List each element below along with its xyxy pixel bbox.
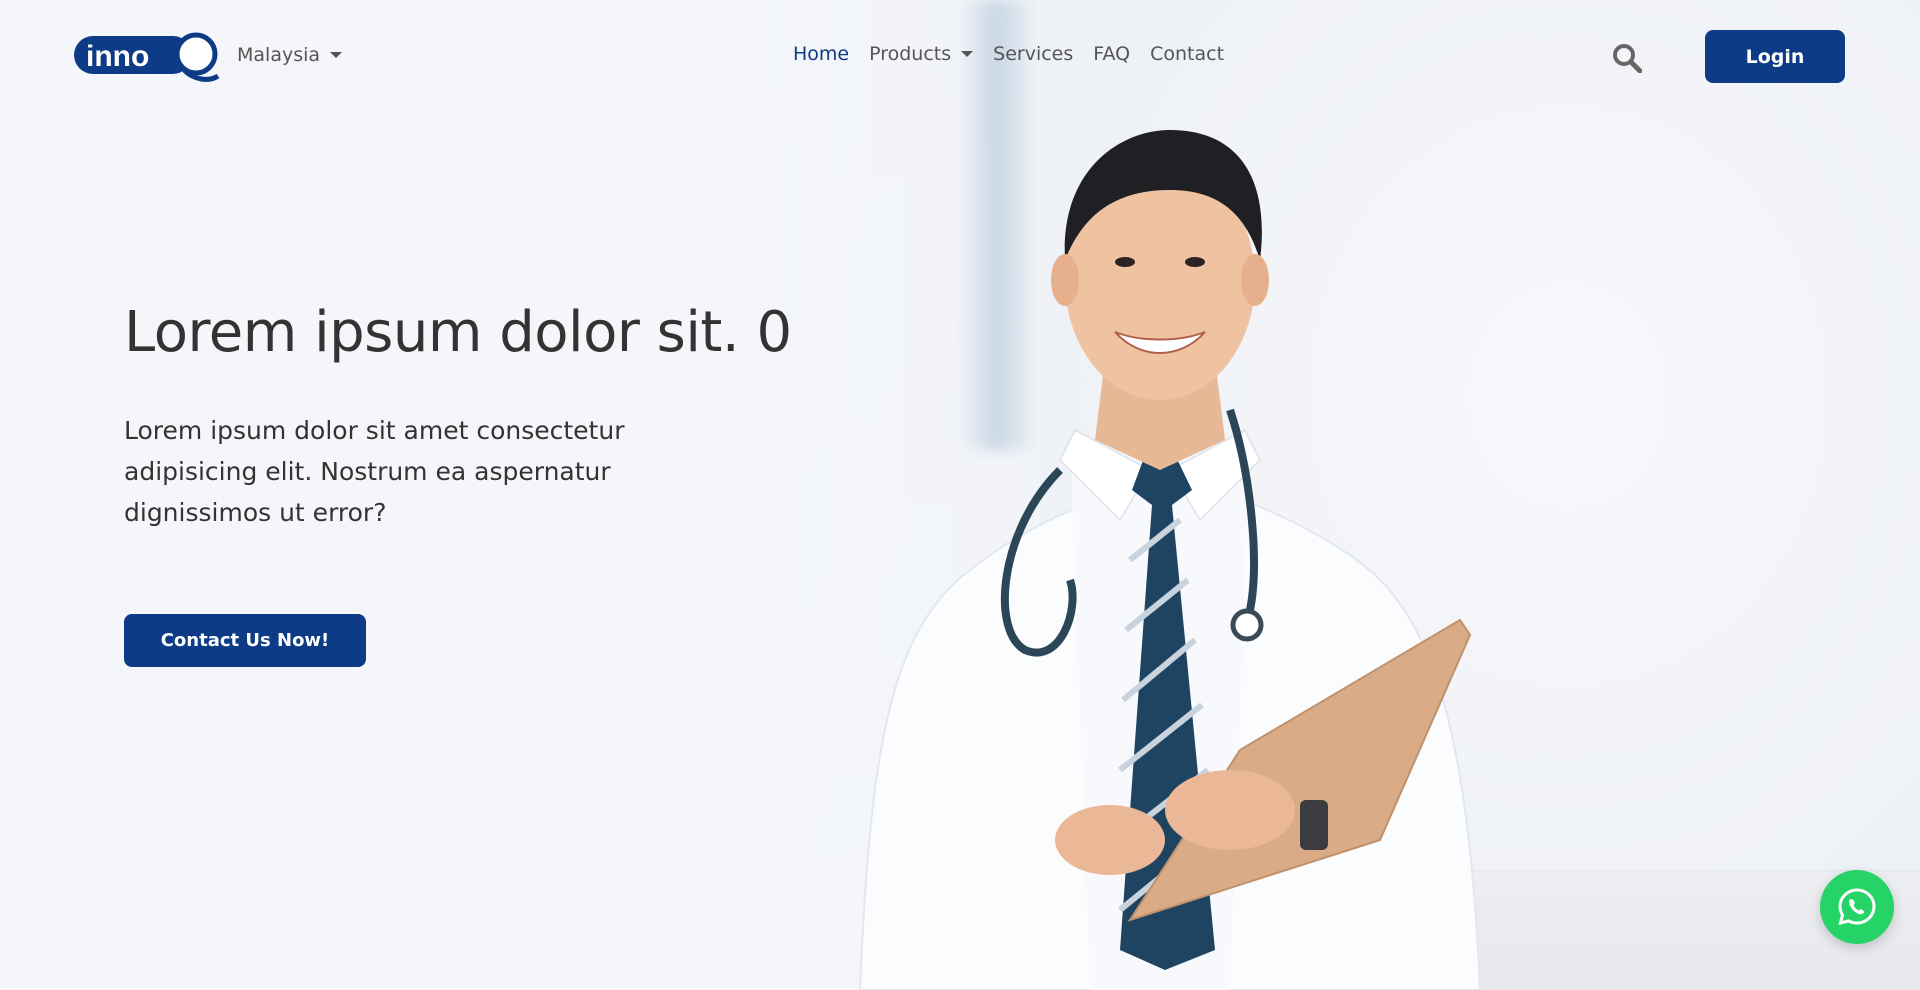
nav-link-services[interactable]: Services — [993, 43, 1073, 65]
nav-link-services-label: Services — [993, 43, 1074, 65]
country-label: Malaysia — [237, 44, 321, 66]
main-nav: Home Products Services FAQ Contact — [793, 43, 1224, 65]
whatsapp-icon — [1838, 888, 1876, 926]
chevron-down-icon — [961, 51, 974, 57]
top-navbar: inno Malaysia Home Products Services FAQ… — [0, 0, 1920, 112]
chevron-down-icon — [330, 52, 343, 58]
hero-description: Lorem ipsum dolor sit amet consectetur a… — [124, 416, 625, 527]
nav-link-faq[interactable]: FAQ — [1093, 43, 1130, 65]
search-icon[interactable] — [1612, 43, 1642, 73]
whatsapp-button[interactable] — [1820, 870, 1894, 944]
doctor-hero-image — [858, 130, 1482, 990]
inno-logo[interactable]: inno — [74, 30, 220, 82]
country-selector[interactable]: Malaysia — [237, 44, 343, 66]
nav-link-home-label: Home — [793, 43, 850, 65]
contact-us-button[interactable]: Contact Us Now! — [124, 614, 366, 667]
nav-link-products[interactable]: Products — [869, 43, 974, 65]
logo-wordmark: inno — [86, 40, 149, 73]
nav-link-contact[interactable]: Contact — [1150, 43, 1224, 65]
nav-link-contact-label: Contact — [1150, 43, 1225, 65]
nav-link-faq-label: FAQ — [1093, 43, 1131, 65]
hero-title: Lorem ipsum dolor sit. 0 — [124, 300, 792, 365]
nav-link-products-label: Products — [869, 43, 952, 65]
login-button[interactable]: Login — [1705, 30, 1845, 83]
nav-link-home[interactable]: Home — [793, 43, 849, 65]
